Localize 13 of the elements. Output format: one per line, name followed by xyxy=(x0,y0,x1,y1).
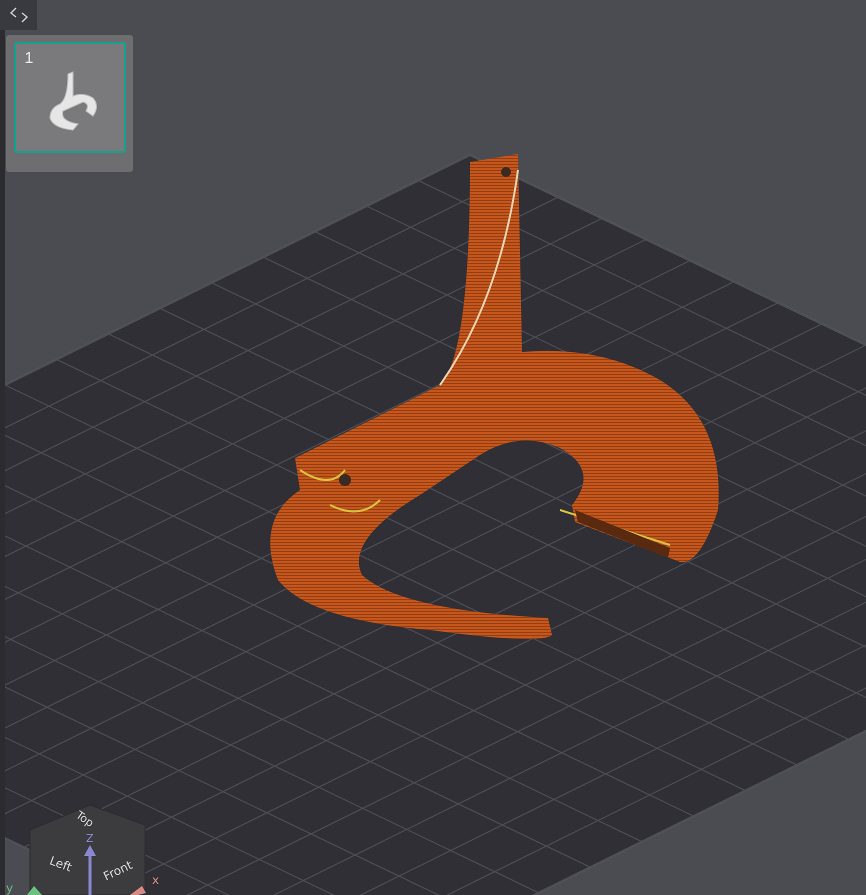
plate-thumbnail[interactable]: 1 xyxy=(14,42,126,153)
axis-label: x xyxy=(152,873,160,887)
axis-arrow xyxy=(84,845,96,895)
axis-arrow xyxy=(27,886,42,895)
axis-label: Z xyxy=(86,832,94,845)
axis-arrow xyxy=(130,886,146,895)
chevrons-icon xyxy=(8,6,28,24)
axis-label: y xyxy=(6,881,14,895)
collapse-toggle-button[interactable] xyxy=(0,0,37,30)
cube-face-label: Front xyxy=(101,858,135,884)
cube-face-label: Left xyxy=(48,854,74,874)
plate-number: 1 xyxy=(24,50,34,68)
cube-face-label: Top xyxy=(73,808,96,830)
